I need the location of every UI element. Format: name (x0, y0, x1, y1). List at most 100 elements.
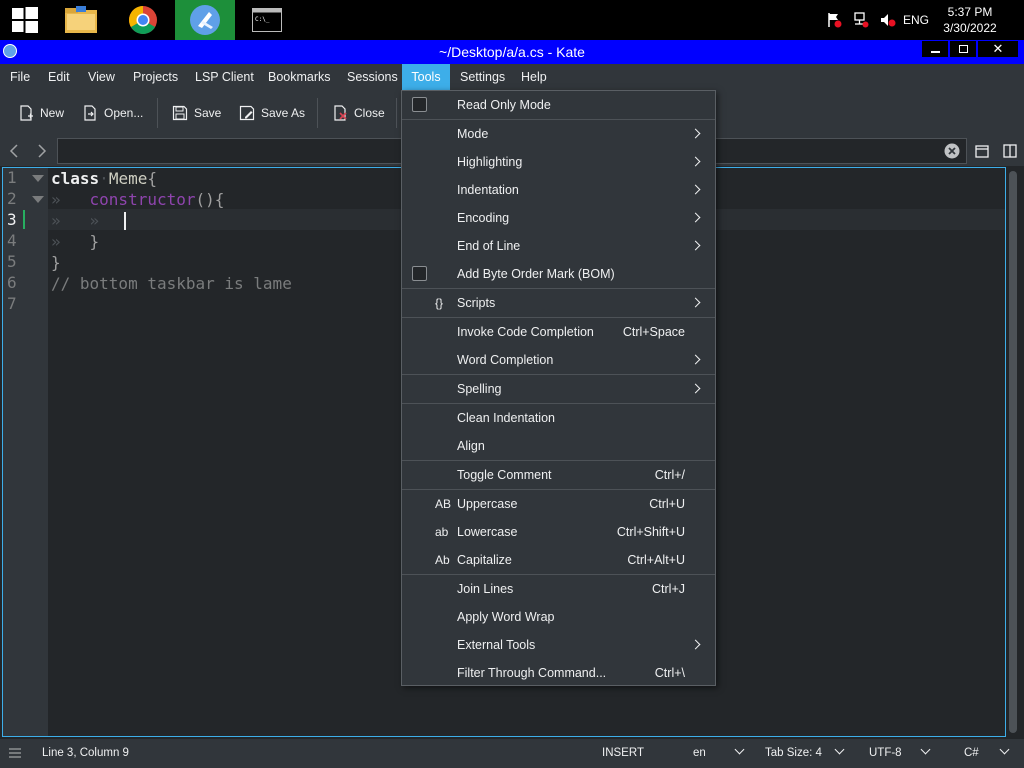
open-button[interactable]: Open... (82, 100, 143, 126)
menu-item-label: Invoke Code Completion (457, 325, 594, 339)
taskbar-file-explorer[interactable] (52, 0, 110, 40)
menu-sessions[interactable]: Sessions (339, 64, 406, 90)
scrollbar-thumb[interactable] (1009, 171, 1017, 733)
syntax-mode[interactable]: C# (964, 739, 1010, 768)
restore-button[interactable] (950, 41, 976, 57)
checkbox[interactable] (412, 266, 427, 281)
cursor-position[interactable]: Line 3, Column 9 (42, 739, 129, 768)
menu-item-mode[interactable]: Mode (402, 120, 715, 148)
menu-item-toggle-comment[interactable]: Toggle Comment Ctrl+/ (402, 461, 715, 489)
fold-marker-icon[interactable] (32, 175, 44, 182)
network-icon[interactable] (853, 12, 869, 28)
menu-edit[interactable]: Edit (40, 64, 78, 90)
menu-item-label: Capitalize (457, 553, 512, 567)
class-name: Meme (108, 169, 148, 188)
close-window-button[interactable]: ✕ (978, 41, 1018, 57)
volume-muted-icon[interactable] (880, 12, 896, 28)
close-tab-icon[interactable] (944, 143, 960, 159)
menu-item-label: Toggle Comment (457, 468, 552, 482)
menu-item-end-of-line[interactable]: End of Line (402, 232, 715, 260)
folder-icon (65, 6, 97, 33)
menu-item-lowercase[interactable]: ab Lowercase Ctrl+Shift+U (402, 518, 715, 546)
menu-item-filter-through-command[interactable]: Filter Through Command... Ctrl+\ (402, 659, 715, 687)
start-button[interactable] (0, 0, 50, 40)
menu-item-uppercase[interactable]: AB Uppercase Ctrl+U (402, 490, 715, 518)
menu-item-external-tools[interactable]: External Tools (402, 631, 715, 659)
taskbar-kate[interactable] (175, 0, 235, 40)
minimize-button[interactable] (922, 41, 948, 57)
menu-help[interactable]: Help (513, 64, 555, 90)
menu-item-indentation[interactable]: Indentation (402, 176, 715, 204)
menu-item-word-completion[interactable]: Word Completion (402, 346, 715, 374)
menu-item-label: Filter Through Command... (457, 666, 607, 680)
encoding-label: UTF-8 (869, 747, 902, 759)
menu-lsp-client[interactable]: LSP Client (187, 64, 262, 90)
menu-tools[interactable]: Tools (402, 64, 450, 90)
sidebar-toggle-icon[interactable] (8, 747, 22, 759)
menu-item-invoke-code-completion[interactable]: Invoke Code Completion Ctrl+Space (402, 318, 715, 346)
menu-item-label: External Tools (457, 638, 536, 652)
line-number-gutter[interactable]: 1 2 3 4 5 6 7 (3, 168, 48, 736)
statusbar: Line 3, Column 9 INSERT en Tab Size: 4 U… (0, 739, 1024, 768)
save-as-button[interactable]: Save As (239, 100, 305, 126)
taskbar-chrome[interactable] (113, 0, 173, 40)
chrome-icon (129, 6, 157, 34)
tools-dropdown-menu: Read Only Mode Mode Highlighting Indenta… (401, 90, 716, 686)
fold-marker-icon[interactable] (32, 196, 44, 203)
dictionary-language[interactable]: en (693, 739, 745, 768)
history-forward-icon[interactable] (36, 144, 48, 158)
capitalize-icon: Ab (435, 553, 450, 567)
checkbox[interactable] (412, 97, 427, 112)
save-icon (172, 105, 188, 121)
new-button[interactable]: New (18, 100, 64, 126)
menu-item-join-lines[interactable]: Join Lines Ctrl+J (402, 575, 715, 603)
menu-item-spelling[interactable]: Spelling (402, 375, 715, 403)
terminal-icon: C:\_ (252, 8, 282, 32)
new-label: New (40, 106, 65, 120)
close-document-button[interactable]: Close (332, 100, 385, 126)
menu-item-label: Clean Indentation (457, 411, 555, 425)
menu-file[interactable]: File (2, 64, 38, 90)
menu-item-encoding[interactable]: Encoding (402, 204, 715, 232)
menu-item-read-only-mode[interactable]: Read Only Mode (402, 91, 715, 119)
menu-item-label: Highlighting (457, 155, 523, 169)
input-mode[interactable]: INSERT (602, 739, 644, 768)
window-titlebar[interactable]: ~/Desktop/a/a.cs - Kate ✕ (0, 40, 1024, 64)
submenu-arrow-icon (690, 240, 701, 251)
menu-item-label: Align (457, 439, 485, 453)
submenu-arrow-icon (690, 639, 701, 650)
submenu-arrow-icon (690, 297, 701, 308)
save-button[interactable]: Save (172, 100, 221, 126)
split-view-icon[interactable] (1003, 144, 1017, 158)
menu-item-apply-word-wrap[interactable]: Apply Word Wrap (402, 603, 715, 631)
menu-item-label: Scripts (457, 296, 496, 310)
close-document-icon (334, 105, 347, 121)
menu-item-clean-indentation[interactable]: Clean Indentation (402, 404, 715, 432)
tab-size[interactable]: Tab Size: 4 (765, 739, 845, 768)
chevron-down-icon (734, 744, 745, 755)
menu-item-highlighting[interactable]: Highlighting (402, 148, 715, 176)
quick-open-icon[interactable] (975, 144, 989, 158)
open-label: Open... (104, 106, 144, 120)
history-back-icon[interactable] (8, 144, 20, 158)
shortcut-label: Ctrl+Shift+U (616, 525, 685, 539)
menu-view[interactable]: View (80, 64, 123, 90)
menu-item-scripts[interactable]: {} Scripts (402, 289, 715, 317)
submenu-arrow-icon (690, 128, 701, 139)
braces-icon: {} (435, 296, 444, 310)
file-encoding[interactable]: UTF-8 (869, 739, 931, 768)
menu-bookmarks[interactable]: Bookmarks (260, 64, 339, 90)
menu-item-align[interactable]: Align (402, 432, 715, 460)
menu-item-capitalize[interactable]: Ab Capitalize Ctrl+Alt+U (402, 546, 715, 574)
input-language[interactable]: ENG (903, 0, 929, 40)
menu-item-add-bom[interactable]: Add Byte Order Mark (BOM) (402, 260, 715, 288)
action-center-flag-icon[interactable] (826, 12, 842, 28)
menu-settings[interactable]: Settings (452, 64, 513, 90)
menu-projects[interactable]: Projects (125, 64, 186, 90)
clock[interactable]: 5:37 PM 3/30/2022 (938, 0, 1002, 40)
vertical-scrollbar[interactable] (1006, 169, 1020, 735)
taskbar-terminal[interactable]: C:\_ (237, 0, 297, 40)
chevron-down-icon (999, 744, 1010, 755)
brace: { (147, 169, 157, 188)
code-line-2: » constructor(){ (51, 190, 225, 209)
